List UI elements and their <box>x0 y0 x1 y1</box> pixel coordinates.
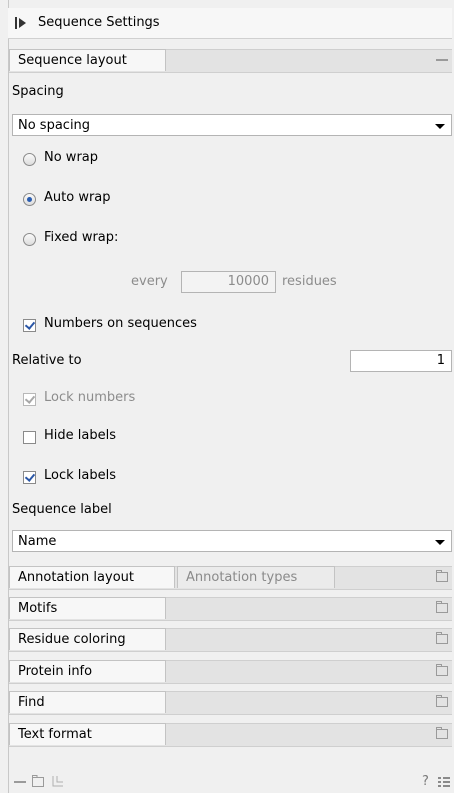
folder-icon[interactable] <box>436 632 448 644</box>
every-residues-field[interactable]: 10000 <box>181 271 276 293</box>
folder-icon[interactable] <box>436 664 448 676</box>
no-wrap-radio[interactable] <box>23 153 36 166</box>
list-settings-icon[interactable] <box>437 776 451 788</box>
section-protein-info[interactable]: Protein info <box>9 660 452 684</box>
help-icon[interactable]: ? <box>422 774 429 789</box>
panel-title: Sequence Settings <box>38 15 160 30</box>
tab-annotation-layout[interactable]: Annotation layout <box>9 566 175 588</box>
collapse-all-icon[interactable] <box>13 777 27 787</box>
hide-labels-label: Hide labels <box>44 428 116 443</box>
section-text-format[interactable]: Text format <box>9 723 452 747</box>
spacing-dropdown[interactable]: No spacing <box>12 114 452 136</box>
tab-annotation-types[interactable]: Annotation types <box>177 566 335 588</box>
folder-icon[interactable] <box>436 570 448 582</box>
panel-footer: ? <box>9 773 452 793</box>
play-arrow-icon[interactable] <box>14 16 28 30</box>
auto-wrap-label: Auto wrap <box>44 190 111 205</box>
tab-find[interactable]: Find <box>9 691 166 713</box>
sequence-label-dropdown[interactable]: Name <box>12 530 452 552</box>
folder-icon[interactable] <box>436 601 448 613</box>
numbers-on-sequences-checkbox[interactable] <box>23 319 36 332</box>
no-wrap-label: No wrap <box>44 150 99 165</box>
chevron-down-icon <box>435 124 445 129</box>
every-label: every <box>131 274 168 289</box>
section-sequence-layout[interactable]: Sequence layout <box>9 49 452 73</box>
spacing-dropdown-value: No spacing <box>18 118 91 133</box>
tab-protein-info[interactable]: Protein info <box>9 660 166 682</box>
expand-all-icon[interactable] <box>31 775 45 787</box>
collapse-icon[interactable] <box>436 59 448 61</box>
lock-labels-checkbox[interactable] <box>23 471 36 484</box>
lock-numbers-checkbox[interactable] <box>23 393 36 406</box>
dock-icon[interactable] <box>51 775 65 787</box>
sequence-label-dropdown-value: Name <box>18 534 57 549</box>
fixed-wrap-radio[interactable] <box>23 233 36 246</box>
tab-residue-coloring[interactable]: Residue coloring <box>9 628 166 650</box>
fixed-wrap-label: Fixed wrap: <box>44 230 119 245</box>
relative-to-field[interactable]: 1 <box>350 350 452 372</box>
lock-labels-label: Lock labels <box>44 468 116 483</box>
section-find[interactable]: Find <box>9 691 452 715</box>
panel-header[interactable]: Sequence Settings <box>8 8 452 39</box>
tab-motifs[interactable]: Motifs <box>9 597 166 619</box>
relative-to-label: Relative to <box>12 353 82 368</box>
section-annotation-layout[interactable]: Annotation layout Annotation types <box>9 566 452 590</box>
chevron-down-icon <box>435 540 445 545</box>
sequence-label-label: Sequence label <box>12 502 112 517</box>
numbers-on-sequences-label: Numbers on sequences <box>44 316 197 331</box>
folder-icon[interactable] <box>436 727 448 739</box>
auto-wrap-radio[interactable] <box>23 193 36 206</box>
lock-numbers-label: Lock numbers <box>44 390 136 405</box>
spacing-label: Spacing <box>12 84 64 99</box>
section-residue-coloring[interactable]: Residue coloring <box>9 628 452 652</box>
tab-text-format[interactable]: Text format <box>9 723 166 745</box>
tab-sequence-layout[interactable]: Sequence layout <box>9 49 166 71</box>
folder-icon[interactable] <box>436 695 448 707</box>
residues-label: residues <box>282 274 337 289</box>
section-motifs[interactable]: Motifs <box>9 597 452 621</box>
hide-labels-checkbox[interactable] <box>23 431 36 444</box>
